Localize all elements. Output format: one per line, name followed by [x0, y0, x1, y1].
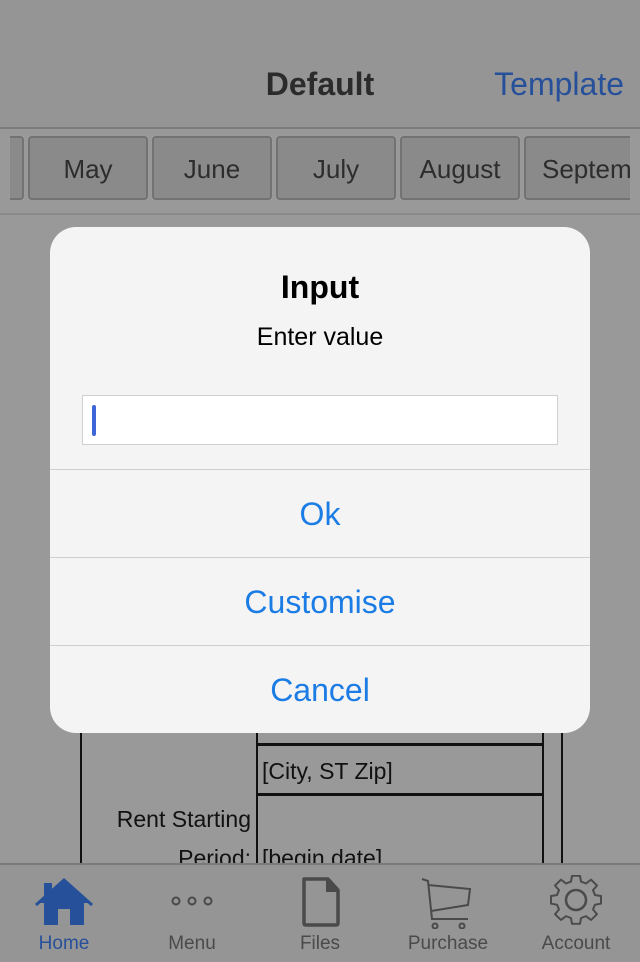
alert-message: Enter value	[256, 323, 384, 351]
table-border-left	[80, 730, 82, 863]
tab-purchase[interactable]: Purchase	[384, 865, 512, 962]
month-button-july[interactable]: July	[276, 136, 396, 200]
month-button-april[interactable]	[10, 136, 24, 200]
gear-icon	[550, 875, 602, 925]
cart-icon	[421, 878, 472, 929]
tab-bar: Home Menu Files Purchase Account	[0, 863, 640, 962]
tab-menu[interactable]: Menu	[128, 865, 256, 962]
tab-home[interactable]: Home	[0, 865, 128, 962]
table-border-mid	[256, 730, 258, 863]
page-border-right	[561, 730, 563, 863]
month-button-may[interactable]: May	[28, 136, 148, 200]
value-input[interactable]	[82, 395, 558, 445]
alert-title: Input	[280, 269, 360, 305]
month-button-june[interactable]: June	[152, 136, 272, 200]
customise-button[interactable]: Customise	[50, 557, 590, 645]
text-caret	[92, 405, 96, 436]
input-alert-dialog: Input Enter value Ok Customise Cancel	[50, 227, 590, 733]
rent-starting-label: Rent Starting	[116, 806, 251, 832]
nav-bar: Default Template	[0, 0, 640, 129]
file-icon	[302, 877, 340, 927]
ok-button[interactable]: Ok	[50, 469, 590, 557]
tab-label: Purchase	[407, 933, 489, 954]
table-row-divider	[256, 793, 544, 796]
tab-label: Menu	[168, 933, 216, 954]
more-dots-icon	[171, 896, 213, 906]
tab-label: Files	[299, 933, 341, 954]
cancel-button[interactable]: Cancel	[50, 645, 590, 733]
month-selector: May June July August Septem	[0, 129, 640, 215]
tab-label: Account	[541, 933, 611, 954]
month-button-september[interactable]: Septem	[524, 136, 630, 200]
month-scroll[interactable]: May June July August Septem	[10, 136, 630, 204]
home-icon	[35, 877, 93, 925]
city-field[interactable]: [City, ST Zip]	[262, 758, 393, 785]
tab-label: Home	[38, 933, 90, 954]
month-button-august[interactable]: August	[400, 136, 520, 200]
tab-account[interactable]: Account	[512, 865, 640, 962]
tab-files[interactable]: Files	[256, 865, 384, 962]
table-row-divider	[256, 743, 544, 746]
table-border-right	[542, 730, 544, 863]
template-button[interactable]: Template	[494, 66, 624, 103]
